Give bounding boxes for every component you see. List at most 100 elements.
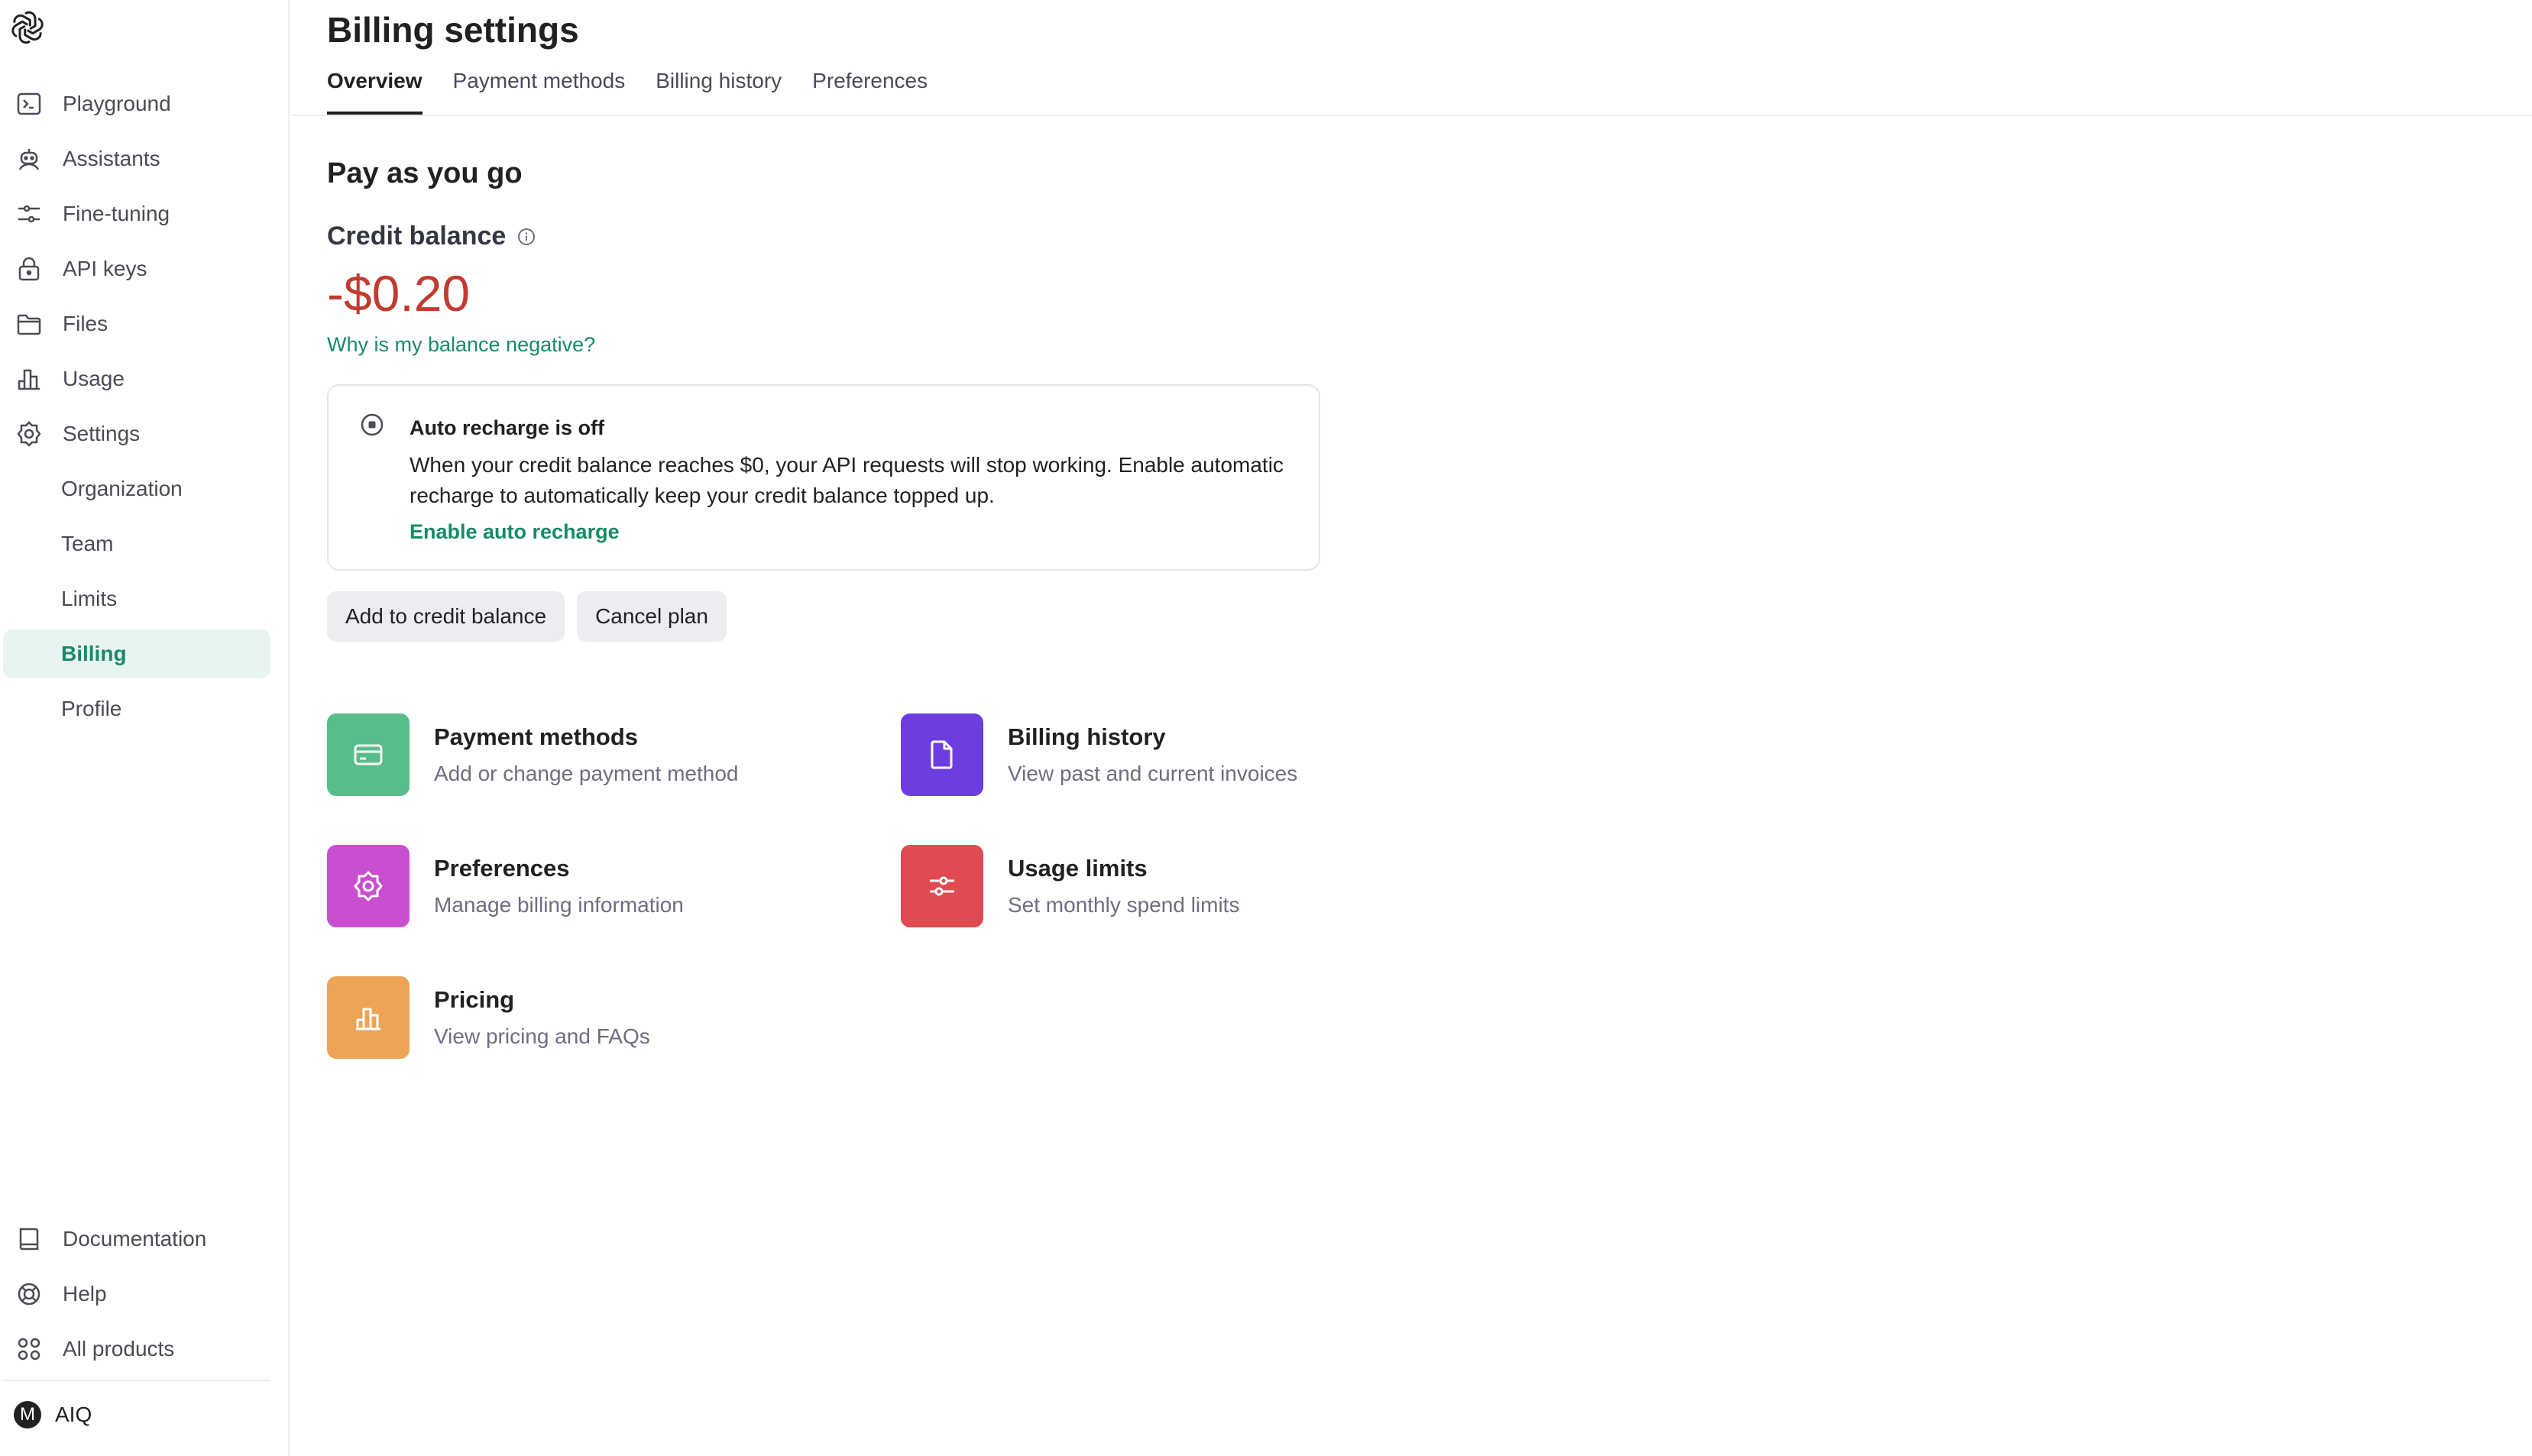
credit-card-icon <box>354 744 383 765</box>
sidebar-item-api-keys[interactable]: API keys <box>3 244 270 293</box>
sidebar-item-label: Profile <box>61 697 122 720</box>
tab-overview[interactable]: Overview <box>327 66 423 115</box>
sidebar-item-label: API keys <box>63 257 147 280</box>
tab-preferences[interactable]: Preferences <box>812 66 928 115</box>
main-content: Billing settings Overview Payment method… <box>291 0 2532 1456</box>
add-credit-button[interactable]: Add to credit balance <box>327 591 565 642</box>
auto-recharge-panel: Auto recharge is off When your credit ba… <box>327 384 1320 571</box>
card-title: Billing history <box>1008 723 1166 750</box>
robot-icon <box>14 144 44 174</box>
sliders-icon <box>14 199 44 229</box>
sidebar-item-label: Usage <box>63 367 125 390</box>
gear-icon <box>354 871 383 901</box>
card-description: Set monthly spend limits <box>1008 893 1240 917</box>
sidebar: Playground Assistants Fine-tuning API ke… <box>0 0 290 1456</box>
card-payment-methods[interactable]: Payment methods Add or change payment me… <box>327 713 738 796</box>
auto-recharge-title: Auto recharge is off <box>410 416 605 439</box>
credit-balance-label: Credit balance <box>327 222 536 251</box>
bar-chart-icon <box>356 1008 380 1031</box>
enable-auto-recharge-link[interactable]: Enable auto recharge <box>410 520 620 544</box>
document-icon <box>931 740 953 769</box>
card-preferences[interactable]: Preferences Manage billing information <box>327 845 684 927</box>
plan-title: Pay as you go <box>327 157 523 189</box>
user-menu[interactable]: M AIQ <box>14 1401 92 1428</box>
sidebar-bottom-nav: Documentation Help All products <box>3 1215 270 1380</box>
sidebar-item-label: All products <box>63 1337 175 1361</box>
sidebar-item-team[interactable]: Team <box>3 519 270 568</box>
card-text: Billing history View past and current in… <box>1008 723 1297 786</box>
sidebar-item-settings[interactable]: Settings <box>3 409 270 458</box>
gear-icon <box>14 419 44 449</box>
sidebar-item-assistants[interactable]: Assistants <box>3 134 270 183</box>
card-title: Preferences <box>434 855 570 882</box>
sidebar-item-all-products[interactable]: All products <box>3 1325 270 1373</box>
cancel-plan-button[interactable]: Cancel plan <box>577 591 727 642</box>
bar-chart-icon <box>14 364 44 394</box>
card-tile <box>327 713 410 796</box>
credit-balance-text: Credit balance <box>327 222 507 251</box>
grid-icon <box>14 1334 44 1364</box>
card-description: View past and current invoices <box>1008 762 1298 785</box>
info-icon[interactable] <box>516 227 536 247</box>
sidebar-item-profile[interactable]: Profile <box>3 684 270 733</box>
sidebar-item-label: Files <box>63 312 108 335</box>
sidebar-item-label: Assistants <box>63 147 160 170</box>
sidebar-item-billing[interactable]: Billing <box>3 629 270 678</box>
billing-cards: Payment methods Add or change payment me… <box>327 713 1397 1080</box>
card-title: Payment methods <box>434 723 639 750</box>
sidebar-item-label: Team <box>61 532 114 555</box>
sidebar-item-label: Fine-tuning <box>63 202 170 225</box>
sidebar-item-fine-tuning[interactable]: Fine-tuning <box>3 189 270 238</box>
sidebar-item-label: Limits <box>61 587 118 610</box>
card-text: Pricing View pricing and FAQs <box>434 986 650 1049</box>
sidebar-divider <box>3 1380 270 1381</box>
tab-divider <box>291 115 2532 116</box>
sidebar-item-label: Playground <box>63 92 171 115</box>
sidebar-item-label: Settings <box>63 422 141 445</box>
card-text: Payment methods Add or change payment me… <box>434 723 738 786</box>
card-description: Add or change payment method <box>434 762 739 785</box>
lifebuoy-icon <box>14 1279 44 1309</box>
sidebar-item-limits[interactable]: Limits <box>3 574 270 623</box>
card-tile <box>901 845 983 927</box>
sliders-icon <box>930 876 954 896</box>
sidebar-item-usage[interactable]: Usage <box>3 354 270 403</box>
card-billing-history[interactable]: Billing history View past and current in… <box>901 713 1297 796</box>
sidebar-item-files[interactable]: Files <box>3 299 270 348</box>
user-name: AIQ <box>55 1403 92 1426</box>
sidebar-item-documentation[interactable]: Documentation <box>3 1215 270 1263</box>
card-text: Preferences Manage billing information <box>434 855 684 917</box>
balance-actions: Add to credit balance Cancel plan <box>327 591 739 642</box>
card-text: Usage limits Set monthly spend limits <box>1008 855 1239 917</box>
page-title: Billing settings <box>327 10 579 50</box>
radio-off-icon <box>361 413 384 436</box>
sidebar-item-playground[interactable]: Playground <box>3 79 270 128</box>
card-description: View pricing and FAQs <box>434 1024 650 1048</box>
sidebar-nav: Playground Assistants Fine-tuning API ke… <box>3 79 270 739</box>
sidebar-item-help[interactable]: Help <box>3 1270 270 1318</box>
lock-icon <box>14 254 44 284</box>
sidebar-item-label: Organization <box>61 477 183 500</box>
openai-logo-icon[interactable] <box>9 9 46 46</box>
card-tile <box>327 845 410 927</box>
card-description: Manage billing information <box>434 893 684 917</box>
terminal-icon <box>14 89 44 119</box>
tab-billing-history[interactable]: Billing history <box>656 66 782 115</box>
sidebar-item-label: Billing <box>61 642 127 665</box>
card-usage-limits[interactable]: Usage limits Set monthly spend limits <box>901 845 1239 927</box>
folder-icon <box>14 309 44 339</box>
auto-recharge-description: When your credit balance reaches $0, you… <box>410 453 1284 507</box>
card-tile <box>901 713 983 796</box>
book-icon <box>14 1224 44 1254</box>
tab-bar: Overview Payment methods Billing history… <box>327 66 958 115</box>
avatar: M <box>14 1401 41 1428</box>
card-pricing[interactable]: Pricing View pricing and FAQs <box>327 976 650 1059</box>
negative-balance-link[interactable]: Why is my balance negative? <box>327 333 595 357</box>
card-title: Usage limits <box>1008 855 1148 882</box>
credit-balance-value: -$0.20 <box>327 265 471 322</box>
tab-payment-methods[interactable]: Payment methods <box>453 66 626 115</box>
card-tile <box>327 976 410 1059</box>
sidebar-item-label: Documentation <box>63 1227 207 1251</box>
sidebar-item-organization[interactable]: Organization <box>3 464 270 513</box>
sidebar-item-label: Help <box>63 1282 107 1306</box>
